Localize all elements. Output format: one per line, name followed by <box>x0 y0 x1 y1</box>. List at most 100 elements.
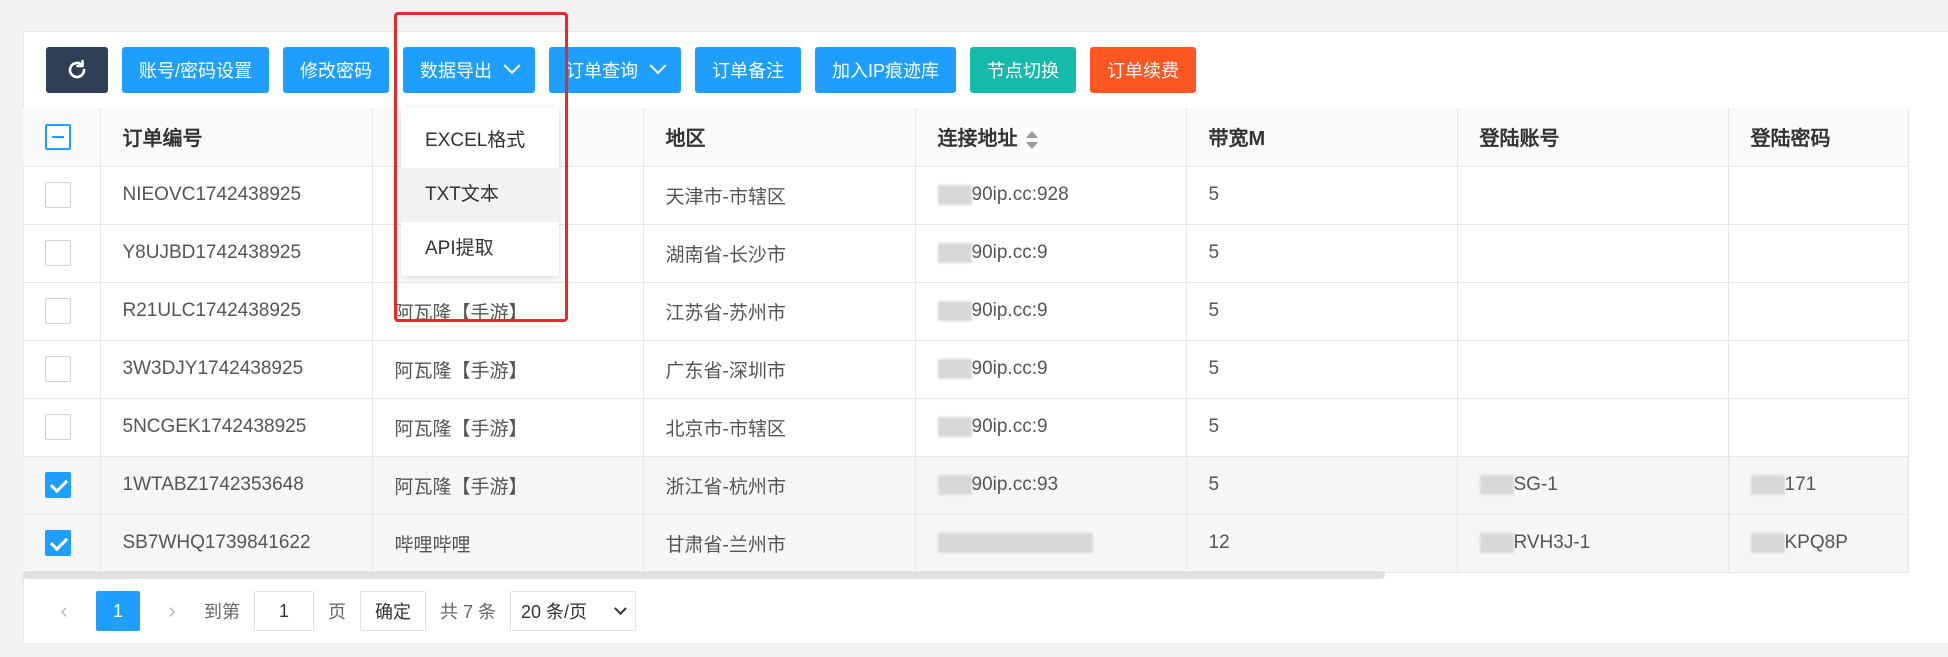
refresh-button[interactable] <box>46 47 108 93</box>
table-row[interactable]: R21ULC1742438925 阿瓦隆【手游】 江苏省-苏州市 90ip.cc… <box>23 282 1909 341</box>
total-count: 共 7 条 <box>440 602 497 622</box>
cell-region: 江苏省-苏州市 <box>643 282 916 341</box>
cell-region: 广东省-深圳市 <box>643 340 916 399</box>
row-select-cell <box>23 224 101 283</box>
export-dropdown-menu: EXCEL格式 TXT文本 API提取 <box>401 108 559 276</box>
cell-game: 阿瓦隆【手游】 <box>372 340 644 399</box>
table-row[interactable]: 5NCGEK1742438925 阿瓦隆【手游】 北京市-市辖区 90ip.cc… <box>23 398 1909 457</box>
page-input[interactable] <box>254 591 314 631</box>
row-select-cell <box>23 456 101 515</box>
cell-order-no: R21ULC1742438925 <box>100 282 373 341</box>
chevron-down-icon <box>614 601 627 615</box>
cell-region: 北京市-市辖区 <box>643 398 916 457</box>
prev-page-icon[interactable]: ‹ <box>46 591 82 631</box>
change-password-button[interactable]: 修改密码 <box>283 47 390 93</box>
sort-icon[interactable] <box>1025 130 1038 149</box>
cell-bandwidth: 5 <box>1186 398 1458 457</box>
cell-region: 浙江省-杭州市 <box>643 456 916 515</box>
refresh-icon <box>68 59 86 79</box>
export-excel-item[interactable]: EXCEL格式 <box>401 114 559 168</box>
row-checkbox[interactable] <box>45 414 71 440</box>
export-api-item[interactable]: API提取 <box>401 222 559 276</box>
row-select-cell <box>23 398 101 457</box>
redacted-mask <box>1750 532 1785 553</box>
cell-address: 90ip.cc:9 <box>915 340 1187 399</box>
chevron-down-icon <box>503 57 521 75</box>
cell-address: 90ip.cc:9 <box>915 282 1187 341</box>
current-page[interactable]: 1 <box>96 591 140 631</box>
row-checkbox[interactable] <box>45 298 71 324</box>
cell-password: KPQ8P <box>1728 514 1909 573</box>
account-password-settings-button[interactable]: 账号/密码设置 <box>122 47 270 93</box>
table-row[interactable]: 1WTABZ1742353648 阿瓦隆【手游】 浙江省-杭州市 90ip.cc… <box>23 456 1909 515</box>
table-row[interactable]: 3W3DJY1742438925 阿瓦隆【手游】 广东省-深圳市 90ip.cc… <box>23 340 1909 399</box>
cell-order-no: 5NCGEK1742438925 <box>100 398 373 457</box>
cell-password <box>1728 166 1909 225</box>
cell-account <box>1457 282 1729 341</box>
cell-password <box>1728 224 1909 283</box>
redacted-mask <box>1479 474 1514 495</box>
page-suffix: 页 <box>328 602 346 622</box>
cell-address: 90ip.cc:9 <box>915 224 1187 283</box>
data-export-button[interactable]: 数据导出 <box>403 47 536 93</box>
cell-order-no: NIEOVC1742438925 <box>100 166 373 225</box>
order-note-button[interactable]: 订单备注 <box>695 47 802 93</box>
row-checkbox[interactable] <box>45 182 71 208</box>
cell-game: 阿瓦隆【手游】 <box>372 282 644 341</box>
order-query-button[interactable]: 订单查询 <box>549 47 682 93</box>
export-txt-item[interactable]: TXT文本 <box>401 168 559 222</box>
orders-table: 订单编号 地区 连接地址 带宽M 登陆账号 登陆密码 NIEOVC1742438… <box>23 108 1909 573</box>
select-all-checkbox[interactable] <box>45 123 71 150</box>
cell-address <box>915 514 1187 573</box>
cell-password <box>1728 340 1909 399</box>
cell-account: SG-1 <box>1457 456 1729 515</box>
cell-account <box>1457 340 1729 399</box>
confirm-button[interactable]: 确定 <box>360 591 426 631</box>
order-renew-button[interactable]: 订单续费 <box>1090 47 1197 93</box>
redacted-mask <box>937 300 972 321</box>
pagination: ‹ 1 › 到第 页 确定 共 7 条 20 条/页 <box>46 590 637 632</box>
row-select-cell <box>23 282 101 341</box>
cell-account: RVH3J-1 <box>1457 514 1729 573</box>
per-page-select[interactable]: 20 条/页 <box>510 591 637 631</box>
table-row[interactable]: Y8UJBD1742438925 湖南省-长沙市 90ip.cc:9 5 <box>23 224 1909 283</box>
cell-password: 171 <box>1728 456 1909 515</box>
cell-address: 90ip.cc:9 <box>915 398 1187 457</box>
horizontal-scrollbar[interactable] <box>23 571 1385 579</box>
redacted-mask <box>1479 532 1514 553</box>
header-address[interactable]: 连接地址 <box>915 108 1187 167</box>
row-checkbox[interactable] <box>45 530 71 556</box>
chevron-down-icon <box>649 57 667 75</box>
redacted-mask <box>937 184 972 205</box>
cell-bandwidth: 5 <box>1186 224 1458 283</box>
next-page-icon[interactable]: › <box>154 591 190 631</box>
cell-account <box>1457 224 1729 283</box>
row-checkbox[interactable] <box>45 240 71 266</box>
add-ip-trace-button[interactable]: 加入IP痕迹库 <box>815 47 957 93</box>
cell-order-no: SB7WHQ1739841622 <box>100 514 373 573</box>
cell-account <box>1457 398 1729 457</box>
cell-password <box>1728 398 1909 457</box>
row-checkbox[interactable] <box>45 356 71 382</box>
header-region: 地区 <box>643 108 916 167</box>
table-row[interactable]: SB7WHQ1739841622 哔哩哔哩 甘肃省-兰州市 12 RVH3J-1… <box>23 514 1909 573</box>
node-switch-button[interactable]: 节点切换 <box>970 47 1077 93</box>
row-select-cell <box>23 166 101 225</box>
cell-order-no: 1WTABZ1742353648 <box>100 456 373 515</box>
cell-address: 90ip.cc:93 <box>915 456 1187 515</box>
cell-bandwidth: 5 <box>1186 166 1458 225</box>
header-password: 登陆密码 <box>1728 108 1909 167</box>
row-checkbox[interactable] <box>45 472 71 498</box>
cell-password <box>1728 282 1909 341</box>
cell-bandwidth: 5 <box>1186 340 1458 399</box>
goto-label: 到第 <box>204 602 240 622</box>
table-row[interactable]: NIEOVC1742438925 天津市-市辖区 90ip.cc:928 5 <box>23 166 1909 225</box>
redacted-mask <box>937 474 972 495</box>
cell-game: 阿瓦隆【手游】 <box>372 398 644 457</box>
toolbar: 账号/密码设置 修改密码 数据导出 订单查询 订单备注 加入IP痕迹库 节点切换… <box>46 47 1197 93</box>
select-all-cell <box>23 108 101 167</box>
header-account: 登陆账号 <box>1457 108 1729 167</box>
cell-region: 甘肃省-兰州市 <box>643 514 916 573</box>
cell-bandwidth: 5 <box>1186 282 1458 341</box>
cell-game: 阿瓦隆【手游】 <box>372 456 644 515</box>
